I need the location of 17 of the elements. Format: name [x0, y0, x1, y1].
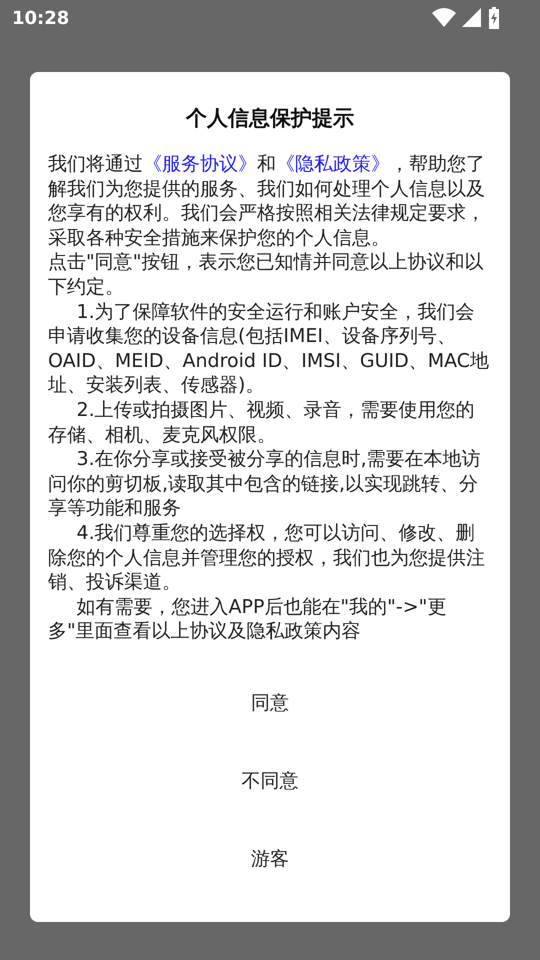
body-paragraph: 3.在你分享或接受被分享的信息时,需要在本地访问你的剪切板,读取其中包含的链接,以实现跳转、分享等功能和服务	[48, 447, 482, 521]
wifi-icon	[432, 8, 456, 28]
policy-link[interactable]: 《隐私政策》	[276, 153, 390, 175]
body-paragraph: 4.我们尊重您的选择权，您可以访问、修改、删除您的个人信息并管理您的授权，我们也为您提供注销、投诉渠道。	[48, 520, 486, 595]
policy-link[interactable]: 《服务协议》	[143, 153, 257, 175]
body-paragraph: 1.为了保障软件的安全运行和账户安全，我们会申请收集您的设备信息(包括IMEI、设备序列号、OAID、MEID、Android ID、IMSI、GUID、MAC地址、安装列表、传感器)。	[48, 300, 490, 398]
body-paragraph: 点击"同意"按钮，表示您已知情并同意以上协议和以下约定。	[48, 250, 484, 300]
body-paragraph: 2.上传或拍摄图片、视频、录音，需要使用您的存储、相机、麦克风权限。	[48, 398, 476, 448]
dialog-title: 个人信息保护提示	[184, 105, 355, 132]
battery-charging-icon	[488, 7, 500, 29]
body-paragraph: 我们将通过《服务协议》和《隐私政策》，帮助您了解我们为您提供的服务、我们如何处理个人信息以及您享有的权利。我们会严格按照相关法律规定要求，采取各种安全措施来保护您的个人信息。	[48, 152, 486, 250]
signal-icon	[462, 8, 482, 28]
dialog-button[interactable]: 游客	[48, 820, 492, 898]
dialog-button[interactable]: 同意	[48, 664, 492, 742]
body-paragraph: 如有需要，您进入APP后也能在"我的"->"更多"里面查看以上协议及隐私政策内容	[48, 594, 448, 644]
dialog-button[interactable]: 不同意	[48, 742, 492, 820]
status-time: 10:28	[12, 8, 70, 28]
